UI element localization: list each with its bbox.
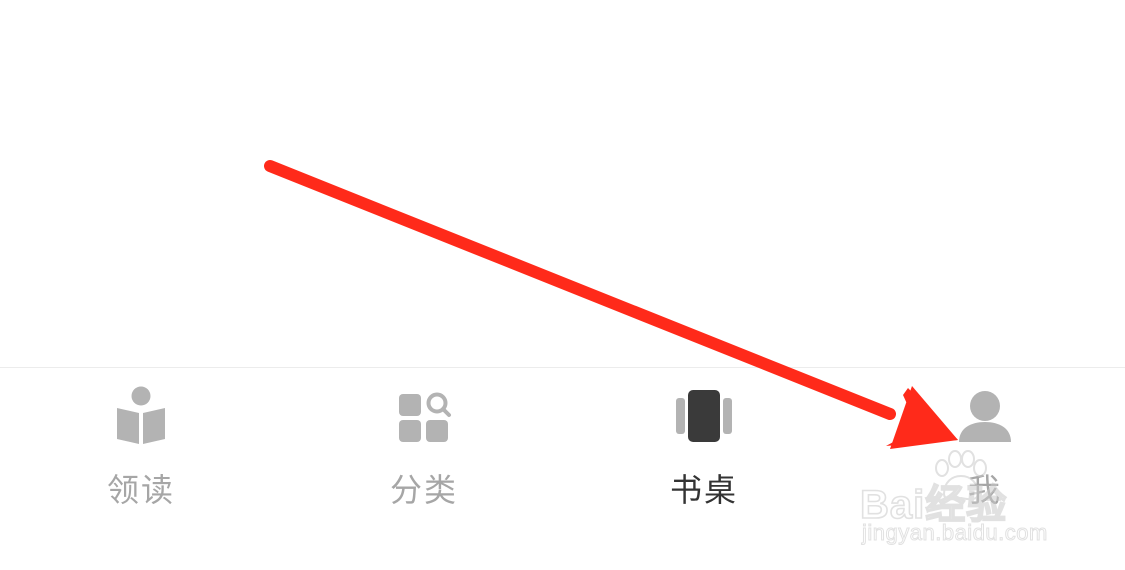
- tab-reading[interactable]: 领读: [61, 368, 221, 528]
- content-area: [0, 0, 1125, 367]
- bottom-tab-bar: 领读 分类 书桌 我: [0, 368, 1125, 570]
- tab-category[interactable]: 分类: [344, 368, 504, 528]
- tab-desk-label: 书桌: [669, 471, 738, 509]
- tab-me[interactable]: 我: [905, 368, 1065, 528]
- app-screen: 领读 分类 书桌 我 Bai经验 jingyan.baidu.com: [0, 0, 1125, 570]
- user-profile-icon: [959, 391, 1011, 442]
- tab-category-label: 分类: [389, 471, 458, 509]
- tab-desk[interactable]: 书桌: [624, 368, 784, 528]
- reading-person-icon: [117, 386, 165, 444]
- tab-me-label: 我: [967, 471, 1002, 509]
- tab-reading-label: 领读: [106, 471, 175, 509]
- bookshelf-desk-icon: [676, 390, 732, 442]
- category-search-icon: [399, 392, 451, 442]
